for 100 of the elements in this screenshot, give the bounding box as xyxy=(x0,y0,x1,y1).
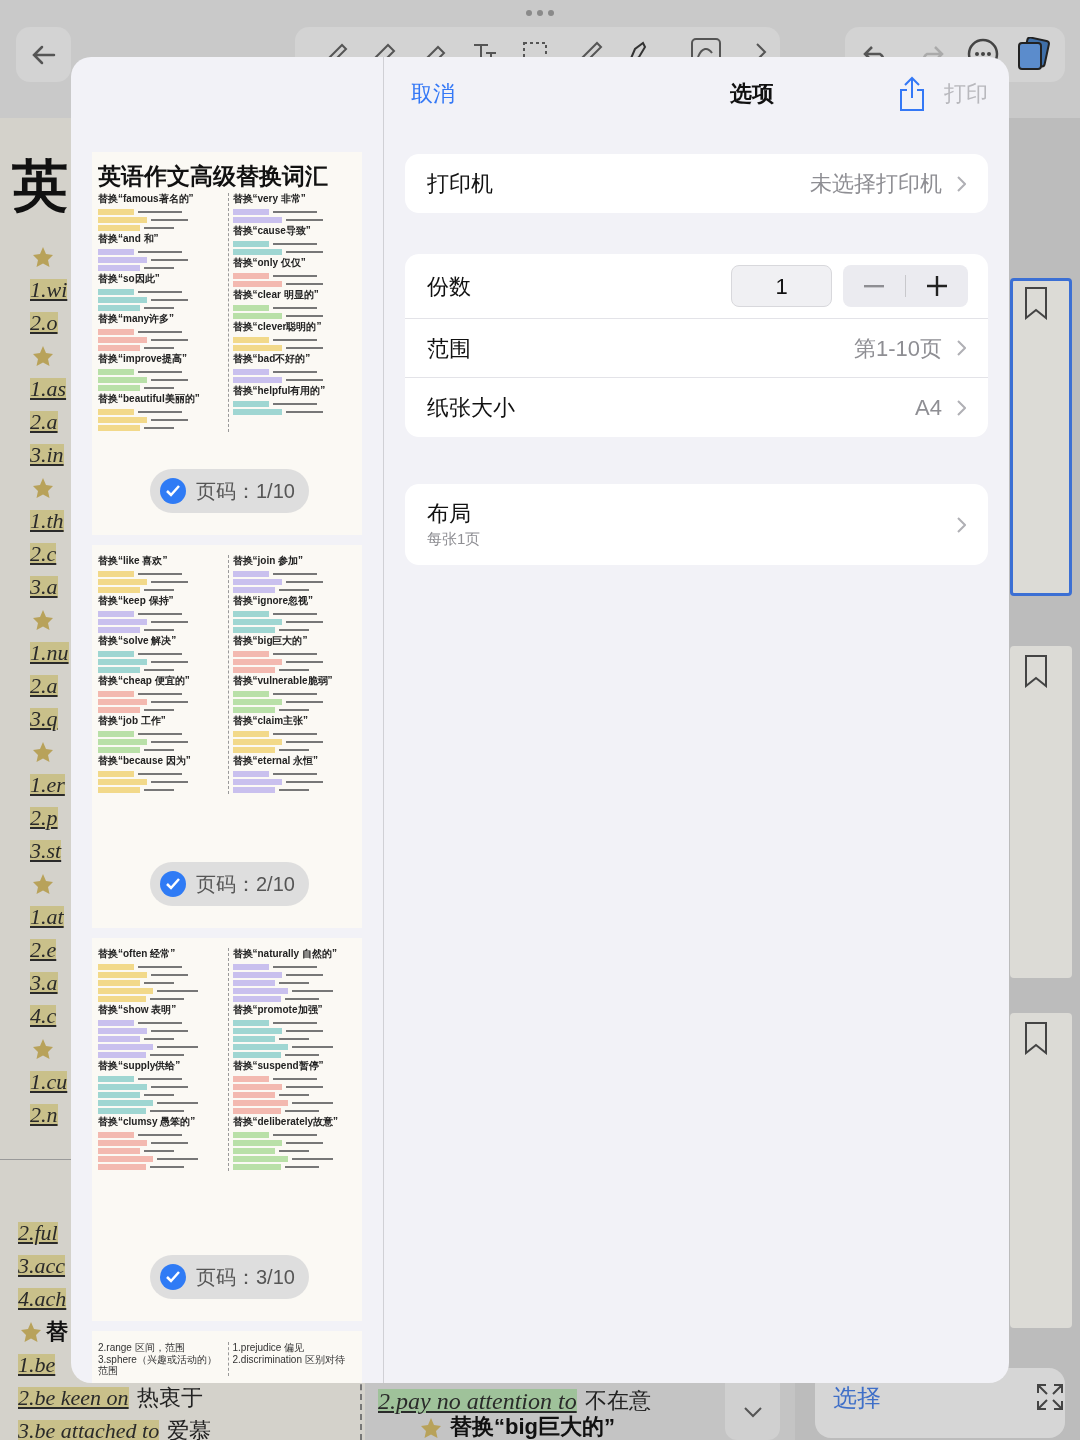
phrase-text: 3.a xyxy=(30,575,58,598)
heading-text: 替换“famous著名的” xyxy=(98,192,195,205)
heading-text: 替换“eternal 永恒” xyxy=(232,755,320,767)
heading-text: 替换“big巨大的” xyxy=(450,1416,615,1438)
heading-text: 替换“beautiful美丽的” xyxy=(98,392,201,405)
heading-text: 替换“helpful有用的” xyxy=(232,384,327,397)
phrase-text: 2.c xyxy=(30,542,57,565)
meaning-text: 爱慕 xyxy=(167,1419,212,1440)
phrase-text: 1.as xyxy=(30,377,67,400)
heading-text: 替换“only 仅仅” xyxy=(232,256,307,269)
page-number-label: 页码：1/10 xyxy=(196,479,296,504)
page-thumbnail[interactable]: 英语作文高级替换词汇 替换“famous著名的” 替换“and 和” 替换“so因此” 替换“many许多” 替换“improve提高” 替换“beautiful美丽的” 替换“very 非常” 替换“cause导致” 替换“only 仅仅” 替换“clear 明显的” 替换“clever聪明的” 替换“bad不好的” 替换“helpful有用的” 页码：1/10 xyxy=(92,152,362,535)
phrase-text: 4.c xyxy=(30,1004,57,1027)
chevron-right-icon xyxy=(956,515,966,534)
meaning-text: 不在意 xyxy=(584,1389,651,1412)
page-title: 英语作文高级替换词汇 xyxy=(98,162,329,191)
phrase-text: 2.pay no attention to xyxy=(378,1388,577,1413)
dialog-title: 选项 xyxy=(728,80,774,108)
heading-text: 替换“like 喜欢” xyxy=(98,555,169,567)
heading-text: 替换“clumsy 愚笨的” xyxy=(98,1116,197,1128)
heading-text: 替换“cause导致” xyxy=(232,224,312,237)
heading-text: 替换“clever聪明的” xyxy=(232,320,323,333)
heading-text: 替换“keep 保持” xyxy=(98,595,175,607)
page-number-label: 页码：3/10 xyxy=(196,1265,296,1290)
chevron-right-icon xyxy=(956,398,966,417)
heading-text: 英 xyxy=(12,158,68,214)
heading-text: 替换“vulnerable脆弱” xyxy=(232,675,334,687)
heading-text: 替换“clear 明显的” xyxy=(232,288,320,301)
heading-text: 替换“cheap 便宜的” xyxy=(98,675,191,687)
bookmark-icon[interactable] xyxy=(1023,1021,1049,1055)
copies-field[interactable]: 1 xyxy=(731,265,832,307)
heading-text: 替换“many许多” xyxy=(98,312,176,325)
phrase-text: 3.a xyxy=(30,971,58,994)
heading-text: 替换“ignore忽视” xyxy=(232,595,315,607)
checkmark-icon[interactable] xyxy=(160,1264,186,1290)
heading-text: 替换“promote加强” xyxy=(232,1004,324,1016)
chevron-down-icon xyxy=(742,1405,763,1418)
phrase-text: 2.be keen on xyxy=(18,1386,129,1409)
bookmark-icon[interactable] xyxy=(1023,654,1049,688)
phrase-text: 3.st xyxy=(30,839,62,862)
page-number-label: 页码：2/10 xyxy=(196,872,296,897)
heading-text: 替换“supply供给” xyxy=(98,1060,182,1072)
page-thumbnail[interactable] xyxy=(1010,1013,1072,1328)
option-label: 纸张大小 xyxy=(427,394,515,422)
entry-text: 2.range 区间，范围 xyxy=(98,1342,186,1353)
bookmark-icon[interactable] xyxy=(1023,286,1049,320)
phrase-text: 2.a xyxy=(30,674,58,697)
heading-text: 替换“improve提高” xyxy=(98,352,188,365)
minus-icon xyxy=(864,284,884,288)
phrase-text: 2.a xyxy=(30,410,58,433)
page-thumbnail[interactable] xyxy=(1010,646,1072,978)
phrase-text: 1.th xyxy=(30,509,64,532)
phrase-text: 2.ful xyxy=(18,1221,58,1244)
pages-icon[interactable] xyxy=(1016,37,1050,71)
option-label: 范围 xyxy=(427,334,471,363)
entry-text: 2.discrimination 区别对待 xyxy=(232,1354,346,1365)
heading-text: 替换“deliberately故意” xyxy=(232,1116,340,1128)
checkmark-icon[interactable] xyxy=(160,871,186,897)
heading-text: 替换“often 经常” xyxy=(98,948,177,960)
share-icon[interactable] xyxy=(898,75,926,112)
chevron-right-icon xyxy=(956,339,966,357)
phrase-text: 1.nu xyxy=(30,641,69,664)
layout-label: 布局 xyxy=(427,499,472,528)
heading-text: 替 xyxy=(46,1320,68,1343)
phrase-text: 3.be attached to xyxy=(18,1419,160,1440)
meaning-text: 热衷于 xyxy=(136,1386,203,1409)
back-button[interactable] xyxy=(16,27,71,82)
printer-value: 未选择打印机 xyxy=(810,170,942,198)
heading-text: 替换“join 参加” xyxy=(232,555,305,567)
heading-text: 替换“naturally 自然的” xyxy=(232,948,338,960)
layout-subtitle: 每张1页 xyxy=(427,530,481,550)
page-thumbnail[interactable]: 2.range 区间，范围 3.sphere（兴趣或活动的）范围 1.prejudice 偏见 2.discrimination 区别对待 xyxy=(92,1331,362,1383)
copies-label: 份数 xyxy=(427,272,471,301)
heading-text: 替换“so因此” xyxy=(98,272,161,285)
printer-label: 打印机 xyxy=(427,170,493,198)
phrase-text: 3.q xyxy=(30,707,58,730)
heading-text: 替换“bad不好的” xyxy=(232,352,312,365)
page-thumbnail[interactable]: 替换“like 喜欢” 替换“keep 保持” 替换“solve 解决” 替换“cheap 便宜的” 替换“job 工作” 替换“because 因为” 替换“join 参加” 替换“ignore忽视” 替换“big巨大的” 替换“vulnerable脆弱” 替换“claim主张” 替换“eternal 永恒” 页码：2/10 xyxy=(92,545,362,928)
page-thumbnail[interactable]: 替换“often 经常” 替换“show 表明” 替换“supply供给” 替换“clumsy 愚笨的” 替换“naturally 自然的” 替换“promote加强” 替换“suspend暂停” 替换“deliberately故意” 页码：3/10 xyxy=(92,938,362,1321)
back-arrow-icon xyxy=(31,44,56,65)
cancel-button[interactable]: 取消 xyxy=(405,77,455,110)
phrase-text: 1.er xyxy=(30,773,65,796)
heading-text: 替换“suspend暂停” xyxy=(232,1060,325,1072)
checkmark-icon[interactable] xyxy=(160,478,186,504)
heading-text: 替换“and 和” xyxy=(98,232,160,245)
heading-text: 替换“big巨大的” xyxy=(232,635,309,647)
heading-text: 替换“very 非常” xyxy=(232,192,307,205)
heading-text: 替换“solve 解决” xyxy=(98,635,178,647)
phrase-text: 1.cu xyxy=(30,1070,68,1093)
phrase-text: 2.p xyxy=(30,806,58,829)
printer-row[interactable]: 打印机 未选择打印机 xyxy=(405,154,988,213)
heading-text: 替换“show 表明” xyxy=(98,1004,178,1016)
plus-icon xyxy=(927,276,947,296)
more-dots-icon[interactable] xyxy=(525,9,555,17)
page-thumbnail[interactable] xyxy=(1010,278,1072,596)
phrase-text: 2.e xyxy=(30,938,57,961)
expand-icon[interactable] xyxy=(1035,1382,1065,1412)
heading-text: 替换“because 因为” xyxy=(98,755,192,767)
chevron-right-icon xyxy=(956,174,966,193)
phrase-text: 2.n xyxy=(30,1103,58,1126)
